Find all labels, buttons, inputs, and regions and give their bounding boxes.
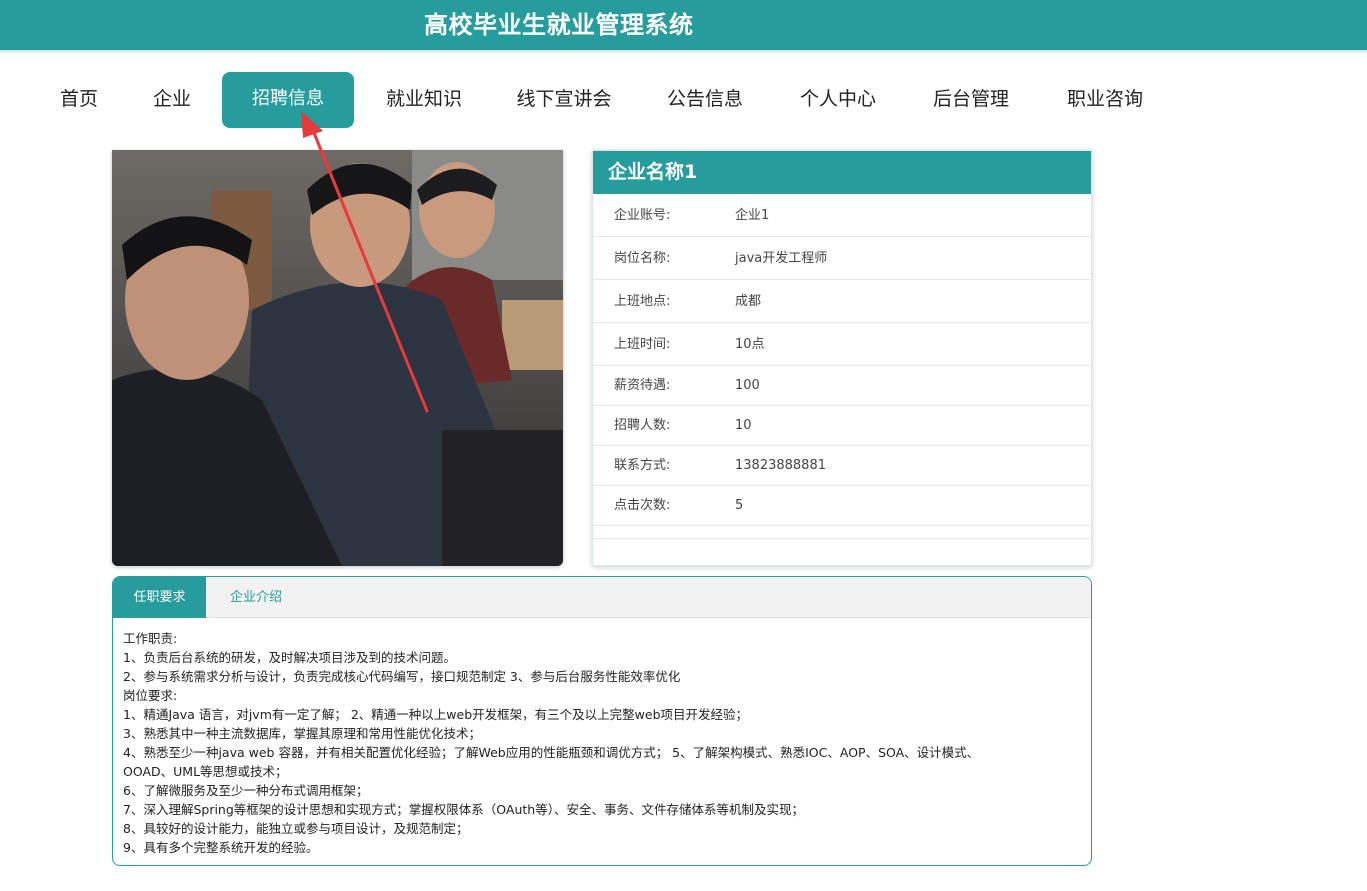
site-title: 高校毕业生就业管理系统 (424, 11, 694, 39)
tab-job-requirements[interactable]: 任职要求 (113, 577, 206, 618)
nav-job-info[interactable]: 招聘信息 (222, 72, 354, 128)
content-line: 岗位要求: (123, 688, 178, 703)
field-label: 联系方式: (614, 458, 671, 473)
field-work-time: 上班时间: 10点 (593, 323, 1091, 366)
content-line: 7、深入理解Spring等框架的设计思想和实现方式；掌握权限体系（OAuth等）… (123, 802, 804, 817)
main-nav: 首页 企业 招聘信息 就业知识 线下宣讲会 公告信息 个人中心 后台管理 职业咨… (0, 72, 1367, 128)
field-salary: 薪资待遇: 100 (593, 366, 1091, 406)
tab-company-intro[interactable]: 企业介绍 (206, 577, 306, 618)
field-value: 成都 (735, 294, 762, 309)
content-line: 2、参与系统需求分析与设计，负责完成核心代码编写，接口规范制定 3、参与后台服务… (123, 669, 681, 684)
field-label: 岗位名称: (614, 251, 671, 266)
company-name-title: 企业名称1 (593, 151, 1091, 194)
field-click-count: 点击次数: 5 (593, 486, 1091, 526)
field-value: 企业1 (735, 208, 770, 223)
field-value: 13823888881 (735, 458, 826, 473)
content-line: 4、熟悉至少一种java web 容器，并有相关配置优化经验；了解Web应用的性… (123, 745, 980, 760)
nav-announcements[interactable]: 公告信息 (662, 72, 748, 128)
field-label: 上班时间: (614, 337, 671, 352)
header-shadow (0, 50, 1367, 54)
tab-content: 工作职责: 1、负责后台系统的研发，及时解决项目涉及到的技术问题。 2、参与系统… (113, 618, 1091, 857)
nav-offline-seminar[interactable]: 线下宣讲会 (512, 72, 616, 128)
field-value: 100 (735, 378, 760, 393)
field-company-account: 企业账号: 企业1 (593, 194, 1091, 237)
content-line: 8、具较好的设计能力，能独立或参与项目设计，及规范制定； (123, 821, 469, 836)
field-label: 点击次数: (614, 498, 671, 513)
nav-admin[interactable]: 后台管理 (928, 72, 1014, 128)
content-line: 1、精通Java 语言，对jvm有一定了解； 2、精通一种以上web开发框架，有… (123, 707, 749, 722)
field-headcount: 招聘人数: 10 (593, 406, 1091, 446)
empty-row (593, 526, 1091, 539)
field-contact: 联系方式: 13823888881 (593, 446, 1091, 486)
field-value: 10 (735, 418, 752, 433)
job-info-card: 企业名称1 企业账号: 企业1 岗位名称: java开发工程师 上班地点: 成都… (592, 150, 1092, 566)
nav-home[interactable]: 首页 (56, 72, 102, 128)
field-label: 企业账号: (614, 208, 671, 223)
field-value: 5 (735, 498, 744, 513)
field-position-name: 岗位名称: java开发工程师 (593, 237, 1091, 280)
nav-career-consulting[interactable]: 职业咨询 (1062, 72, 1148, 128)
content-line: 9、具有多个完整系统开发的经验。 (123, 840, 319, 855)
header-bar: 高校毕业生就业管理系统 (0, 0, 1367, 50)
job-photo (112, 150, 563, 566)
field-label: 薪资待遇: (614, 378, 671, 393)
field-label: 上班地点: (614, 294, 671, 309)
tab-bar: 任职要求 企业介绍 (113, 577, 1091, 618)
job-photo-image (112, 150, 563, 566)
content-line: 1、负责后台系统的研发，及时解决项目涉及到的技术问题。 (123, 650, 456, 665)
content-line: OOAD、UML等思想或技术； (123, 764, 288, 779)
nav-company[interactable]: 企业 (149, 72, 195, 128)
field-label: 招聘人数: (614, 418, 671, 433)
field-value: java开发工程师 (735, 251, 828, 266)
nav-personal-center[interactable]: 个人中心 (795, 72, 881, 128)
content-line: 工作职责: (123, 631, 178, 646)
content-line: 6、了解微服务及至少一种分布式调用框架； (123, 783, 369, 798)
field-value: 10点 (735, 337, 765, 352)
detail-tabs: 任职要求 企业介绍 工作职责: 1、负责后台系统的研发，及时解决项目涉及到的技术… (112, 576, 1092, 866)
field-work-location: 上班地点: 成都 (593, 280, 1091, 323)
content-line: 3、熟悉其中一种主流数据库，掌握其原理和常用性能优化技术； (123, 726, 481, 741)
nav-career-knowledge[interactable]: 就业知识 (382, 72, 466, 128)
